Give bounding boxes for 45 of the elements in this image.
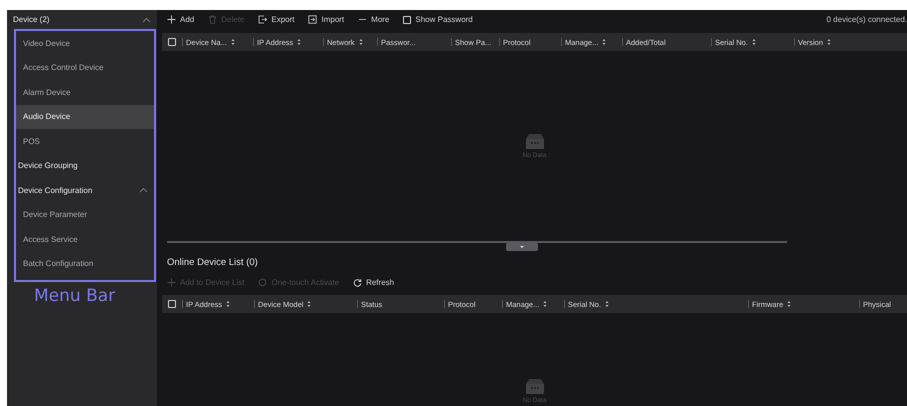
sort-icon	[297, 38, 302, 46]
chevron-up-icon	[142, 16, 151, 22]
sidebar-item[interactable]: Access Service	[16, 227, 154, 252]
toolbar-button[interactable]: Add	[167, 15, 194, 24]
import-icon	[308, 15, 318, 24]
chevron-up-icon	[139, 187, 148, 194]
refresh-icon	[353, 278, 362, 286]
group-label: Device (2)	[13, 15, 50, 24]
toolbar-button[interactable]: Export	[258, 15, 294, 24]
sidebar-item[interactable]: Audio Device	[16, 104, 154, 129]
sidebar-group-header[interactable]: Device Configuration	[16, 178, 154, 202]
section-title: Online Device List (0)	[167, 257, 259, 270]
sidebar-item[interactable]: Batch Configuration	[16, 252, 154, 276]
group-label: Device Grouping	[18, 161, 78, 170]
sort-icon	[752, 38, 756, 46]
sort-icon	[358, 38, 363, 46]
sort-icon	[230, 38, 235, 46]
show-password-checkbox[interactable]: Show Password	[403, 15, 473, 24]
sidebar-item[interactable]: POS	[16, 129, 154, 154]
sort-icon	[604, 300, 609, 308]
select-all-checkbox[interactable]	[168, 300, 176, 308]
sidebar-item[interactable]: Access Control Device	[16, 56, 154, 80]
sidebar-item[interactable]: Device Parameter	[16, 202, 154, 227]
connection-status: 0 device(s) connected.	[826, 15, 907, 24]
sidebar-item[interactable]: Alarm Device	[16, 80, 154, 104]
sort-icon	[543, 300, 548, 308]
trash-icon	[208, 15, 218, 24]
sidebar-item[interactable]: Video Device	[16, 31, 154, 56]
sort-icon	[602, 38, 606, 46]
select-all-checkbox[interactable]	[168, 38, 176, 46]
export-icon	[258, 15, 268, 24]
annotation-label: Menu Bar	[34, 286, 116, 306]
group-label: Device Configuration	[18, 186, 92, 195]
toolbar-button[interactable]: More	[358, 15, 390, 24]
sort-icon	[226, 300, 230, 308]
toolbar-button[interactable]: Refresh	[353, 278, 394, 286]
sidebar-group-header[interactable]: Device (2)	[7, 10, 157, 29]
sidebar-group-header[interactable]: Device Grouping	[16, 154, 154, 178]
sort-icon	[827, 38, 832, 46]
circle-icon	[258, 278, 268, 286]
plus-icon	[167, 278, 176, 286]
toolbar-button[interactable]: Import	[308, 15, 344, 24]
sort-icon	[787, 300, 792, 308]
plus-icon	[167, 15, 176, 24]
sort-icon	[307, 300, 312, 308]
